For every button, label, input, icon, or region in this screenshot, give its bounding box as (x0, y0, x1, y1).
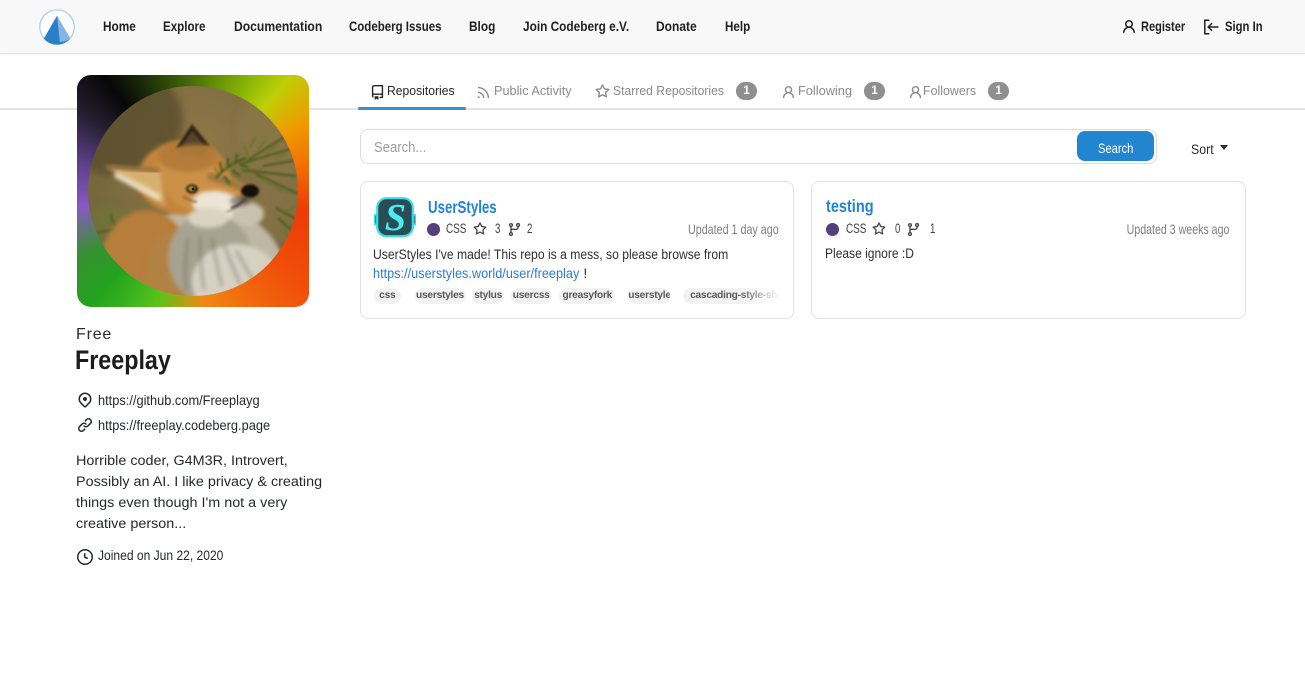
svg-text:S: S (384, 197, 405, 238)
